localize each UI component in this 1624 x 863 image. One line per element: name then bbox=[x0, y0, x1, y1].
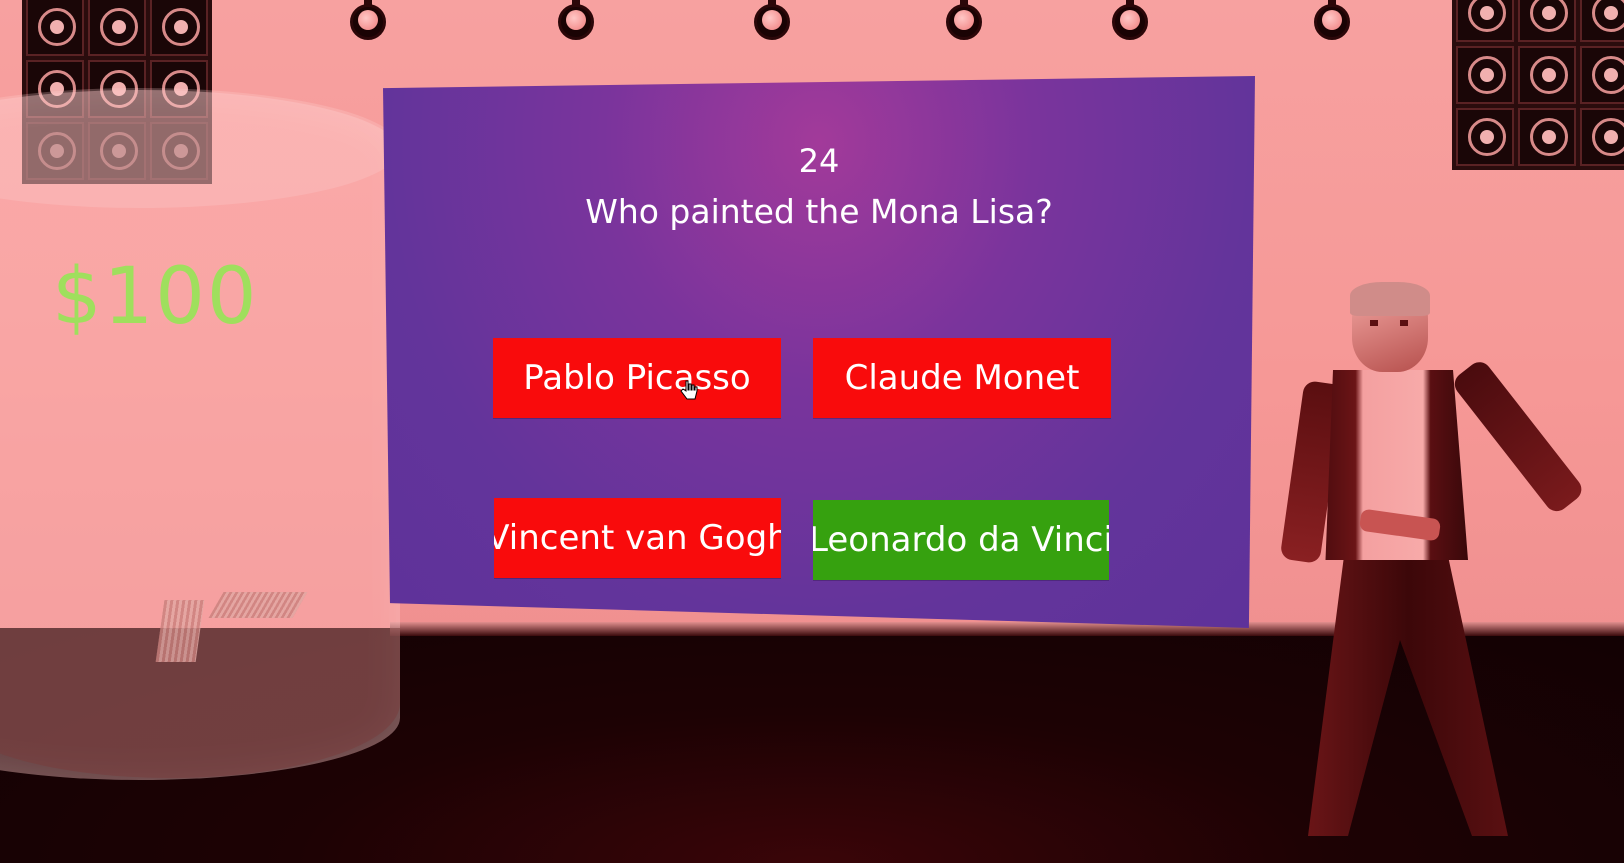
speaker-icon bbox=[1456, 0, 1514, 42]
speaker-icon bbox=[1580, 46, 1624, 104]
speaker-icon bbox=[1456, 108, 1514, 166]
stage-light bbox=[942, 0, 986, 48]
stage-light bbox=[1310, 0, 1354, 48]
answer-label: Pablo Picasso bbox=[523, 358, 751, 398]
answer-button-4[interactable]: Leonardo da Vinci bbox=[813, 500, 1109, 580]
answer-label: Claude Monet bbox=[844, 358, 1080, 398]
speaker-stack-right bbox=[1452, 0, 1624, 170]
speaker-icon bbox=[1580, 108, 1624, 166]
stage-light bbox=[554, 0, 598, 48]
answer-label: Vincent van Gogh bbox=[494, 518, 781, 558]
speaker-icon bbox=[88, 0, 146, 56]
stage-light bbox=[750, 0, 794, 48]
prize-amount: $100 bbox=[52, 252, 259, 342]
hand-pointer-icon bbox=[680, 380, 698, 400]
question-text: Who painted the Mona Lisa? bbox=[585, 192, 1053, 231]
answer-button-1[interactable]: Pablo Picasso bbox=[493, 338, 781, 418]
speaker-icon bbox=[1456, 46, 1514, 104]
speaker-icon bbox=[1518, 46, 1576, 104]
speaker-icon bbox=[1580, 0, 1624, 42]
speaker-icon bbox=[1518, 0, 1576, 42]
speaker-icon bbox=[150, 0, 208, 56]
game-scene: $100 24 Who painted the Mona Lisa? Pablo… bbox=[0, 0, 1624, 863]
speaker-icon bbox=[26, 0, 84, 56]
host-character bbox=[1279, 282, 1587, 846]
answer-button-3[interactable]: Vincent van Gogh bbox=[494, 498, 781, 578]
question-number: 24 bbox=[798, 142, 840, 180]
stage-light bbox=[346, 0, 390, 48]
answer-button-2[interactable]: Claude Monet bbox=[813, 338, 1111, 418]
stage-light bbox=[1108, 0, 1152, 48]
speaker-icon bbox=[1518, 108, 1576, 166]
quiz-board: 24 Who painted the Mona Lisa? Pablo Pica… bbox=[383, 76, 1255, 628]
answer-label: Leonardo da Vinci bbox=[813, 520, 1109, 560]
